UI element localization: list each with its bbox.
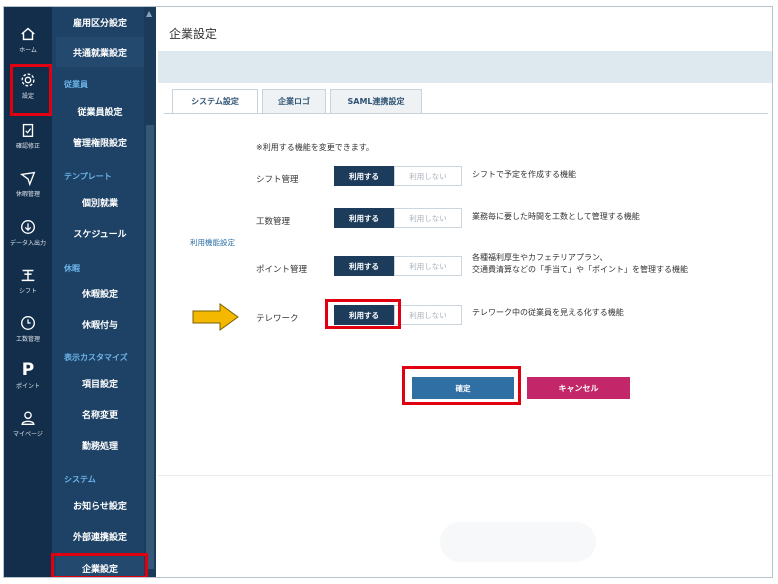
toggle-off-button[interactable]: 利用しない	[394, 166, 462, 186]
highlight-telework-toggle	[325, 299, 401, 329]
menu-item-individual-work[interactable]: 個別就業	[56, 187, 144, 217]
point-icon: P	[21, 360, 35, 380]
shift-icon	[21, 269, 35, 282]
rail-item-mypage[interactable]: マイページ	[4, 403, 52, 449]
menu-item-employee-settings[interactable]: 従業員設定	[56, 96, 144, 126]
tab-system-settings[interactable]: システム設定	[172, 89, 258, 113]
menu-item-schedule[interactable]: スケジュール	[56, 218, 144, 248]
menu-heading-leave: 休暇	[64, 264, 80, 273]
toggle-point: 利用する 利用しない	[334, 256, 462, 276]
tab-saml[interactable]: SAML連携設定	[330, 89, 422, 113]
feature-desc-point: 各種福利厚生やカフェテリアプラン、 交通費清算などの「手当て」や「ポイント」を管…	[472, 253, 688, 274]
settings-note: ※利用する機能を変更できます。	[256, 143, 374, 152]
rail-item-leave[interactable]: 休暇管理	[4, 163, 52, 209]
toggle-off-button[interactable]: 利用しない	[394, 305, 462, 325]
scrollbar-thumb[interactable]	[146, 125, 154, 569]
cancel-button[interactable]: キャンセル	[527, 377, 630, 399]
clipboard-icon	[22, 123, 34, 137]
menu-item-employment-type[interactable]: 雇用区分設定	[56, 7, 144, 37]
feature-desc-manhours: 業務毎に要した時間を工数として管理する機能	[472, 212, 640, 221]
rail-label: 工数管理	[15, 336, 40, 343]
menu-heading-display-custom: 表示カスタマイズ	[64, 353, 128, 362]
submenu-scrollbar[interactable]: ▲	[144, 7, 156, 577]
feature-desc-shift: シフトで予定を作成する機能	[472, 170, 576, 179]
user-icon	[21, 411, 35, 425]
rail-item-home[interactable]: ホーム	[4, 19, 52, 65]
header-band	[158, 51, 772, 83]
rail-label: シフト	[18, 288, 37, 295]
menu-item-work-processing[interactable]: 勤務処理	[56, 430, 144, 460]
highlight-settings-rail	[10, 64, 52, 116]
feature-label-shift: シフト管理	[256, 175, 299, 185]
toggle-off-button[interactable]: 利用しない	[394, 208, 462, 228]
arrow-icon	[192, 303, 239, 331]
app-frame: ホーム 設定 確認修正 休暇管理 データ入出力 シフト 工数管理 P ポイント	[3, 6, 773, 578]
menu-item-common-work[interactable]: 共通就業設定	[56, 37, 144, 67]
rail-label: ホーム	[19, 47, 37, 54]
rail-item-manhours[interactable]: 工数管理	[4, 308, 52, 354]
highlight-company-settings-menu	[51, 553, 148, 577]
footer-divider	[158, 475, 772, 476]
menu-heading-system: システム	[64, 475, 96, 484]
rail-label: ポイント	[15, 383, 40, 390]
menu-item-leave-settings[interactable]: 休暇設定	[56, 278, 144, 308]
highlight-confirm-button	[402, 366, 521, 405]
rail-item-review[interactable]: 確認修正	[4, 115, 52, 161]
rail-label: マイページ	[13, 431, 43, 438]
feature-desc-telework: テレワーク中の従業員を見える化する機能	[472, 308, 624, 317]
menu-heading-employee: 従業員	[64, 80, 88, 89]
menu-heading-template: テンプレート	[64, 172, 112, 181]
menu-item-leave-grant[interactable]: 休暇付与	[56, 309, 144, 339]
toggle-off-button[interactable]: 利用しない	[394, 256, 462, 276]
rail-label: 休暇管理	[15, 191, 40, 198]
feature-label-point: ポイント管理	[256, 265, 308, 275]
toggle-on-button[interactable]: 利用する	[334, 208, 394, 228]
clock-icon	[21, 316, 35, 330]
toggle-shift: 利用する 利用しない	[334, 166, 462, 186]
menu-item-admin-rights[interactable]: 管理権限設定	[56, 127, 144, 157]
scroll-up-icon[interactable]: ▲	[146, 9, 152, 18]
tab-underline	[164, 113, 768, 114]
menu-item-field-settings[interactable]: 項目設定	[56, 368, 144, 398]
feature-label-telework: テレワーク	[256, 314, 299, 324]
page-title: 企業設定	[169, 27, 218, 41]
footer-decoration	[440, 522, 596, 562]
menu-item-external-link[interactable]: 外部連携設定	[56, 521, 144, 551]
menu-item-rename[interactable]: 名称変更	[56, 399, 144, 429]
rail-label: 確認修正	[15, 143, 40, 150]
download-icon	[21, 220, 35, 234]
tab-company-logo[interactable]: 企業ロゴ	[262, 89, 326, 113]
toggle-manhours: 利用する 利用しない	[334, 208, 462, 228]
toggle-on-button[interactable]: 利用する	[334, 256, 394, 276]
rail-label: データ入出力	[9, 240, 46, 247]
rail-item-point[interactable]: P ポイント	[4, 355, 52, 401]
airplane-icon	[19, 171, 36, 187]
toggle-on-button[interactable]: 利用する	[334, 166, 394, 186]
menu-item-notice-settings[interactable]: お知らせ設定	[56, 490, 144, 520]
rail-item-data-io[interactable]: データ入出力	[4, 212, 52, 258]
home-icon	[21, 27, 35, 41]
feature-label-manhours: 工数管理	[256, 217, 291, 227]
feature-group-label: 利用機能設定	[190, 238, 235, 247]
rail-item-shift[interactable]: シフト	[4, 260, 52, 306]
